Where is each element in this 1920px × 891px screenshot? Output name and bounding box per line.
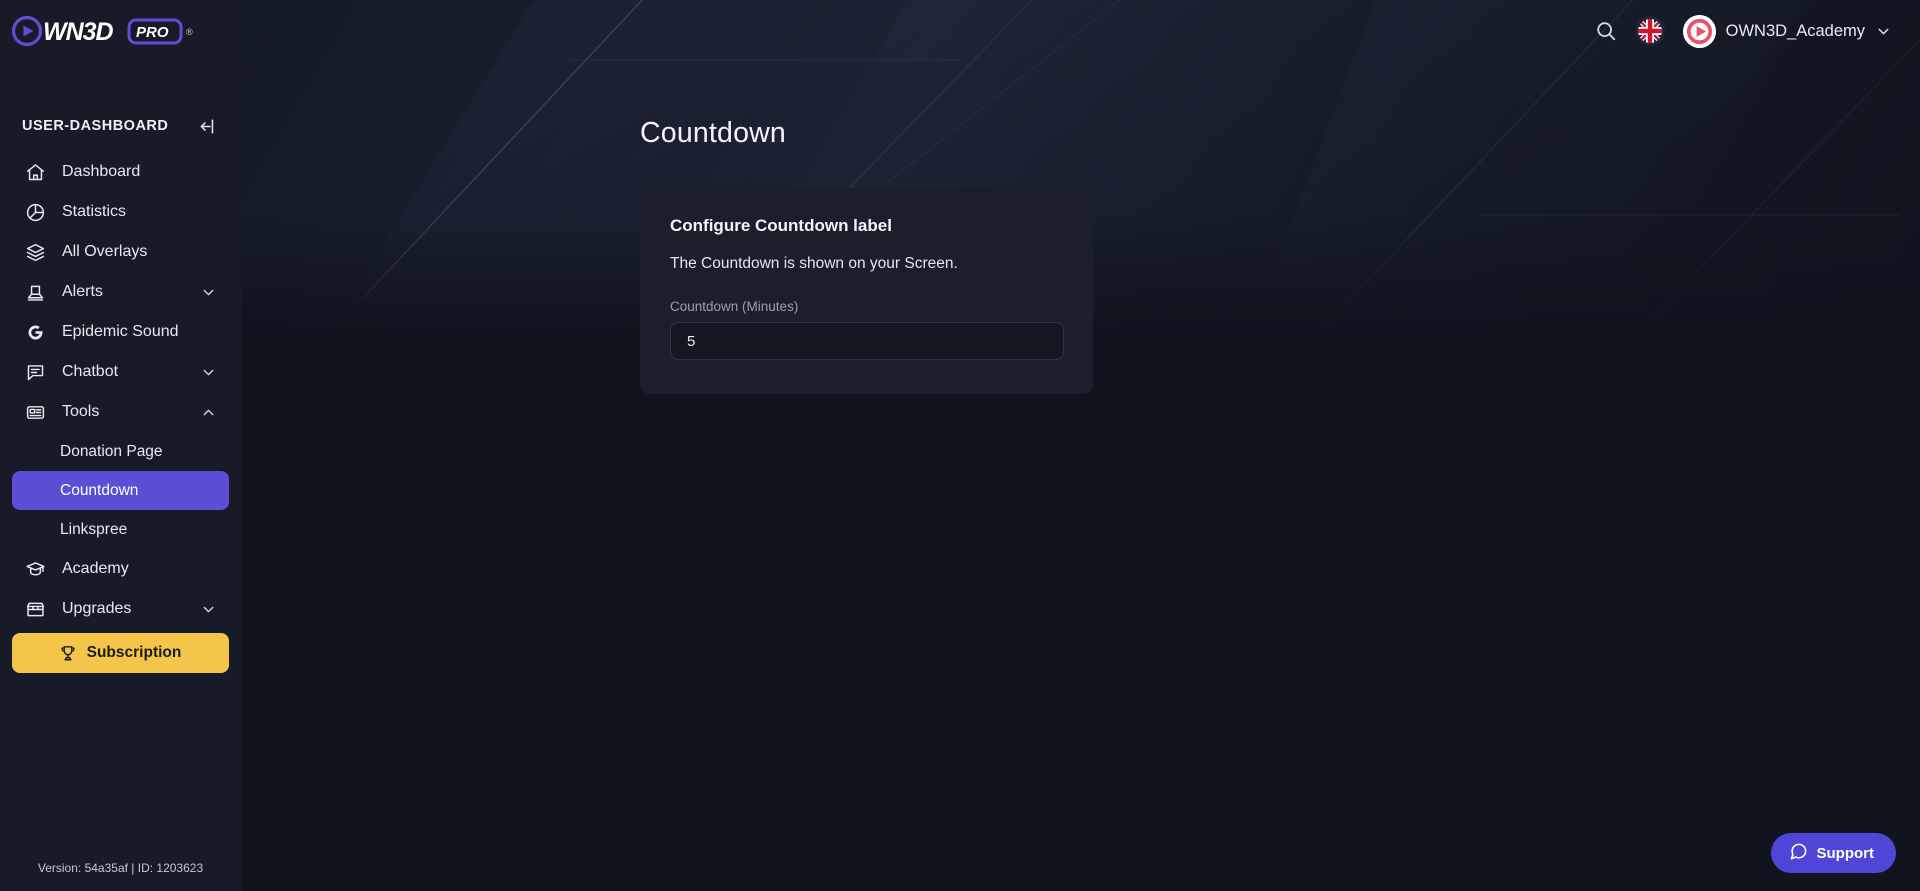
sidebar-item-label: Tools (62, 403, 100, 420)
logo-icon: WN3D PRO (12, 16, 183, 46)
chevron-down-icon[interactable] (199, 283, 217, 301)
sidebar-item-label: Chatbot (62, 363, 119, 380)
chevron-down-icon[interactable] (1875, 23, 1892, 40)
chevron-up-icon[interactable] (199, 403, 217, 421)
countdown-config-card: Configure Countdown label The Countdown … (640, 188, 1093, 394)
chat-bubble-icon (22, 361, 48, 383)
sidebar-item-subscription[interactable]: Subscription (12, 633, 229, 673)
graduation-cap-icon (22, 558, 48, 580)
sidebar-item-linkspree[interactable]: Linkspree (12, 510, 229, 549)
own3d-pro-logo: WN3D PRO (12, 16, 184, 46)
sidebar: WN3D PRO ® USER-DASHBOARD Dashboard Stati… (0, 0, 241, 891)
pie-chart-icon (22, 201, 48, 223)
sidebar-item-label: All Overlays (62, 243, 148, 260)
registered-mark: ® (186, 27, 193, 37)
page-title: Countdown (640, 117, 786, 149)
avatar[interactable] (1682, 14, 1716, 48)
store-icon (22, 598, 48, 620)
svg-text:WN3D: WN3D (43, 18, 114, 46)
sidebar-item-label: Donation Page (60, 442, 163, 460)
sidebar-item-donation-page[interactable]: Donation Page (12, 432, 229, 471)
sidebar-item-countdown[interactable]: Countdown (12, 471, 229, 510)
sidebar-item-label: Academy (62, 560, 129, 577)
main-content: OWN3D_Academy Countdown Configure Countd… (241, 0, 1920, 891)
sidebar-item-label: Statistics (62, 203, 127, 220)
layers-icon (22, 241, 48, 263)
collapse-left-icon[interactable] (197, 115, 219, 137)
sidebar-section-title: USER-DASHBOARD (22, 118, 169, 134)
card-subtitle: The Countdown is shown on your Screen. (670, 255, 958, 272)
sidebar-item-dashboard[interactable]: Dashboard (12, 152, 229, 192)
card-title: Configure Countdown label (670, 216, 892, 235)
sidebar-item-statistics[interactable]: Statistics (12, 192, 229, 232)
top-bar: OWN3D_Academy (1595, 0, 1920, 62)
sidebar-item-label: Epidemic Sound (62, 323, 179, 340)
sidebar-item-label: Dashboard (62, 163, 141, 180)
sidebar-item-label: Linkspree (60, 520, 128, 538)
chat-bubble-icon (1789, 842, 1808, 865)
support-button-label: Support (1816, 844, 1875, 862)
sidebar-item-chatbot[interactable]: Chatbot (12, 352, 229, 392)
sidebar-item-tools[interactable]: Tools (12, 392, 229, 432)
brand-logo[interactable]: WN3D PRO ® (0, 0, 241, 62)
app-root: WN3D PRO ® USER-DASHBOARD Dashboard Stati… (0, 0, 1920, 891)
svg-text:PRO: PRO (136, 24, 169, 41)
chevron-down-icon[interactable] (199, 600, 217, 618)
sidebar-item-label: Countdown (60, 481, 139, 499)
support-button[interactable]: Support (1770, 833, 1896, 873)
sidebar-item-all-overlays[interactable]: All Overlays (12, 232, 229, 272)
sidebar-section-header: USER-DASHBOARD (0, 104, 241, 148)
chevron-down-icon[interactable] (199, 363, 217, 381)
sidebar-item-label: Subscription (86, 644, 182, 661)
sidebar-item-epidemic-sound[interactable]: Epidemic Sound (12, 312, 229, 352)
sidebar-item-alerts[interactable]: Alerts (12, 272, 229, 312)
version-info: Version: 54a35af | ID: 1203623 (37, 861, 204, 875)
user-menu[interactable]: OWN3D_Academy (1682, 14, 1892, 48)
alert-lamp-icon (22, 281, 48, 303)
uk-flag-icon[interactable] (1634, 16, 1665, 46)
home-icon (22, 161, 48, 183)
user-name: OWN3D_Academy (1725, 21, 1865, 40)
trophy-icon (58, 642, 78, 664)
countdown-minutes-label: Countdown (Minutes) (670, 299, 799, 314)
tools-card-icon (22, 401, 48, 423)
search-icon[interactable] (1595, 20, 1617, 42)
sidebar-nav: Dashboard Statistics All Overlays Alerts Epi… (0, 148, 241, 861)
sidebar-item-label: Upgrades (62, 600, 132, 617)
sidebar-item-academy[interactable]: Academy (12, 549, 229, 589)
sidebar-item-label: Alerts (62, 283, 103, 300)
sidebar-item-upgrades[interactable]: Upgrades (12, 589, 229, 629)
countdown-minutes-input[interactable] (670, 322, 1064, 360)
epidemic-sound-icon (22, 321, 48, 343)
